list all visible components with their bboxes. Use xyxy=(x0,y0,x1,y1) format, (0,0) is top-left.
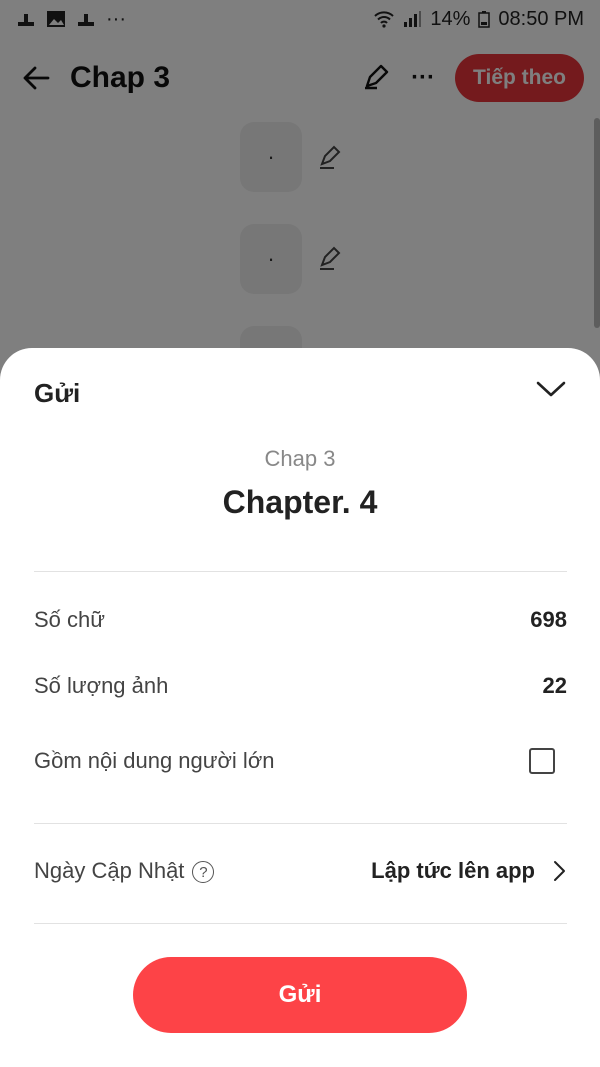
submit-sheet: Gửi Chap 3 Chapter. 4 Số chữ 698 Số lượn… xyxy=(0,348,600,1067)
image-count-row: Số lượng ảnh 22 xyxy=(34,673,567,699)
update-date-text: Ngày Cập Nhật xyxy=(34,858,185,883)
submit-button[interactable]: Gửi xyxy=(133,957,467,1033)
chapter-title: Chapter. 4 xyxy=(222,484,378,520)
divider xyxy=(34,571,567,572)
collapse-button[interactable] xyxy=(534,374,568,404)
chapter-subtitle: Chap 3 xyxy=(264,446,336,471)
help-icon[interactable]: ? xyxy=(192,861,215,884)
divider xyxy=(34,823,567,824)
word-count-label: Số chữ xyxy=(34,607,105,632)
divider xyxy=(34,923,567,924)
adult-content-row: Gồm nội dung người lớn xyxy=(34,748,567,774)
word-count-row: Số chữ 698 xyxy=(34,607,567,633)
adult-content-label: Gồm nội dung người lớn xyxy=(34,748,275,773)
chevron-down-icon xyxy=(536,381,566,397)
image-count-value: 22 xyxy=(542,673,567,698)
update-date-value-group[interactable]: Lập tức lên app xyxy=(371,858,567,884)
update-date-value: Lập tức lên app xyxy=(371,858,535,883)
image-count-label: Số lượng ảnh xyxy=(34,673,169,698)
update-date-label: Ngày Cập Nhật? xyxy=(34,858,215,884)
chevron-right-icon xyxy=(554,861,565,881)
word-count-value: 698 xyxy=(530,607,567,632)
update-date-row[interactable]: Ngày Cập Nhật? Lập tức lên app xyxy=(34,858,567,884)
sheet-title: Gửi xyxy=(34,378,81,408)
adult-content-checkbox[interactable] xyxy=(529,748,555,774)
